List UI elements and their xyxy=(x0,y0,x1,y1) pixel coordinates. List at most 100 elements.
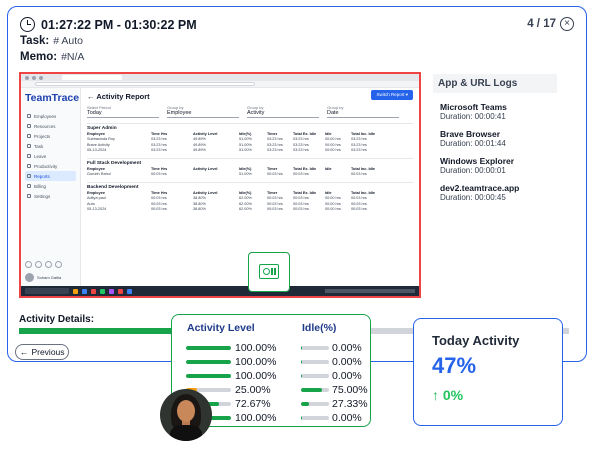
sidebar-item-label: Settings xyxy=(34,193,51,199)
table-header-row: Employee Time Hrs Activity Level Idle(%) Tim… xyxy=(87,190,413,196)
log-duration: Duration: 00:00:01 xyxy=(440,166,506,175)
table-cell: 38.80% xyxy=(193,196,206,201)
table-row: Aditya paul 00:03 hrs 38.80% 62.00% 00:03 hr… xyxy=(87,196,413,202)
idle-fill xyxy=(301,416,303,420)
column-header: Total Ex. Idle xyxy=(293,131,317,136)
table-cell: Activity Level xyxy=(193,166,218,171)
table-cell: 00:03 hrs xyxy=(267,172,283,177)
clock-icon xyxy=(20,17,35,32)
column-header: Time Hrs xyxy=(151,131,168,136)
idle-bar xyxy=(301,402,329,406)
sidebar-item-icon xyxy=(27,194,31,198)
sidebar-item: Reports xyxy=(25,171,76,181)
idle-value: 27.33% xyxy=(332,398,368,410)
table-cell: 03:23 hrs xyxy=(293,148,309,153)
table-cell: Idle(%) xyxy=(239,166,252,171)
sidebar-item: Employees xyxy=(25,111,76,121)
close-icon[interactable]: × xyxy=(560,17,574,31)
group-title: Full Stack Development xyxy=(87,158,413,166)
sidebar-list: Employees Resources Projects Task Leave Produ… xyxy=(25,111,76,201)
stat-row: 100.00% 0.00% xyxy=(172,355,370,369)
activity-level-value: 100.00% xyxy=(235,342,277,354)
sidebar-item: Productivity xyxy=(25,161,76,171)
table-cell: 03:23 hrs xyxy=(293,137,309,142)
column-header: Employee xyxy=(87,131,105,136)
idle-bar xyxy=(301,416,329,420)
sidebar-item: Resources xyxy=(25,121,76,131)
idle-fill xyxy=(301,346,303,350)
task-label: Task: xyxy=(20,35,50,47)
activity-level-bar xyxy=(186,346,231,350)
table-cell: 03:23 hrs xyxy=(351,142,367,147)
table-cell: 00:03 hrs xyxy=(293,201,309,206)
sidebar-item: Task xyxy=(25,141,76,151)
table-cell: 49.89% xyxy=(193,137,206,142)
filter-value: Activity xyxy=(247,110,265,116)
previous-button[interactable]: ← Previous xyxy=(15,344,69,360)
previous-label: Previous xyxy=(31,347,65,357)
activity-level-value: 100.00% xyxy=(235,370,277,382)
browser-tabbar xyxy=(21,74,419,81)
screenshot-counter: 4 / 17 × xyxy=(527,17,574,31)
column-header: Idle xyxy=(325,131,332,136)
table-cell: 00:03 hrs xyxy=(151,201,167,206)
table-cell: 05-13-2024 xyxy=(87,148,107,153)
table-cell: 62.00% xyxy=(239,207,252,212)
table-cell: 03:23 hrs xyxy=(293,142,309,147)
table-cell: Idle xyxy=(325,166,332,171)
column-header: Idle(%) xyxy=(239,190,252,195)
table-cell: 00:03 hrs xyxy=(151,207,167,212)
video-playback-icon[interactable] xyxy=(248,252,290,292)
table-cell: 49.89% xyxy=(193,148,206,153)
column-header: Total Inc. Idle xyxy=(351,131,375,136)
table-cell: 03:23 hrs xyxy=(151,137,167,142)
activity-level-bar xyxy=(186,360,231,364)
today-activity-delta: ↑ 0% xyxy=(432,387,463,403)
switch-report-button: Switch Report ▾ xyxy=(371,90,413,100)
table-cell: 00:00 hrs xyxy=(325,201,341,206)
log-duration: Duration: 00:00:41 xyxy=(440,112,506,121)
idle-bar xyxy=(301,360,329,364)
table-cell: 00:03 hrs xyxy=(293,207,309,212)
sidebar-item-icon xyxy=(27,154,31,158)
log-app-name: Microsoft Teams xyxy=(440,102,507,112)
idle-bar xyxy=(301,346,329,350)
memo-label: Memo: xyxy=(20,51,58,63)
log-item: dev2.teamtrace.app Duration: 00:00:45 xyxy=(433,183,557,202)
sidebar-item: Settings xyxy=(25,191,76,201)
filter-value: Employee xyxy=(167,110,192,116)
log-duration: Duration: 00:01:44 xyxy=(440,139,506,148)
table-row: Employee Time Hrs Activity Level Idle(%) Tim… xyxy=(87,166,413,172)
today-activity-title: Today Activity xyxy=(432,333,520,348)
table-cell: Aditya paul xyxy=(87,196,106,201)
table-cell: 03:23 hrs xyxy=(151,148,167,153)
table-header-row: Employee Time Hrs Activity Level Idle(%) Tim… xyxy=(87,131,413,137)
idle-fill xyxy=(301,374,303,378)
stat-row: 100.00% 0.00% xyxy=(172,341,370,355)
sidebar-item-label: Billing xyxy=(34,183,47,189)
captured-screenshot[interactable]: TeamTrace Employees Resources Projects Task… xyxy=(19,72,421,298)
avatar xyxy=(25,273,34,282)
column-header: Idle(%) xyxy=(239,131,252,136)
column-header: Idle xyxy=(325,190,332,195)
app-logo: TeamTrace xyxy=(25,92,80,104)
idle-fill xyxy=(301,360,303,364)
table-cell: 00:03 hrs xyxy=(267,207,283,212)
table-cell: 51.00% xyxy=(239,172,252,177)
activity-level-value: 25.00% xyxy=(235,384,271,396)
group-title: Super Admin xyxy=(87,123,413,131)
filter-value: Date xyxy=(327,110,339,116)
column-header: Timer xyxy=(267,190,278,195)
table-cell: 00:00 hrs xyxy=(325,142,341,147)
table-cell: 03:23 hrs xyxy=(351,148,367,153)
activity-level-value: 72.67% xyxy=(235,398,271,410)
sidebar-item-label: Employees xyxy=(34,113,57,119)
time-range: 01:27:22 PM - 01:30:22 PM xyxy=(41,17,197,32)
log-item: Microsoft Teams Duration: 00:00:41 xyxy=(433,102,557,121)
report-filter: Group by Activity xyxy=(247,105,319,118)
arrow-up-icon: ↑ xyxy=(432,387,439,403)
sidebar-item-icon xyxy=(27,144,31,148)
table-row: 05-13-2024 00:03 hrs 38.80% 62.00% 00:03 hrs… xyxy=(87,207,413,213)
table-cell: 05-13-2024 xyxy=(87,207,107,212)
app-sidebar: TeamTrace Employees Resources Projects Task… xyxy=(21,88,81,286)
